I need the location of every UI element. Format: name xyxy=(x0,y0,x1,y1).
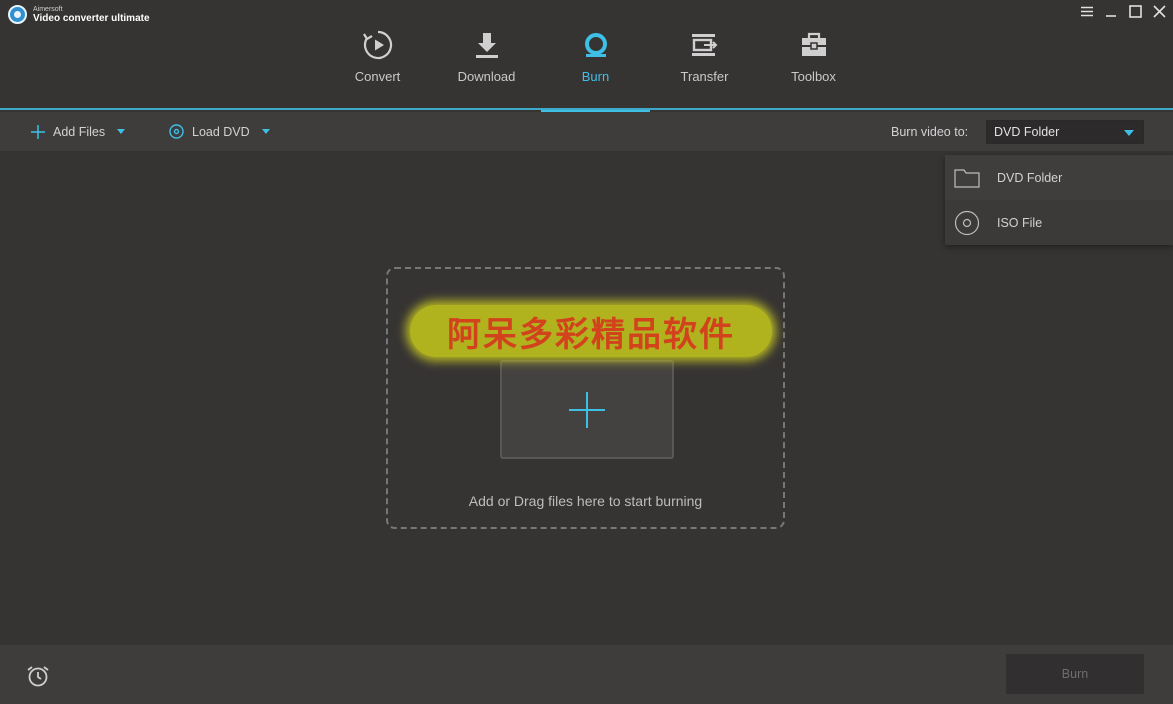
burn-to-label: Burn video to: xyxy=(891,125,969,139)
close-icon[interactable] xyxy=(1151,3,1167,19)
tab-download-label: Download xyxy=(457,69,516,84)
alarm-clock-icon[interactable] xyxy=(26,665,50,692)
add-files-button[interactable]: Add Files xyxy=(31,112,126,151)
load-dvd-dropdown-icon[interactable] xyxy=(261,129,270,134)
folder-icon xyxy=(954,168,980,188)
download-icon xyxy=(474,28,500,62)
app-logo: Aimersoft Video converter ultimate xyxy=(8,5,150,24)
toolbox-icon xyxy=(800,28,828,62)
menu-item-iso-file-label: ISO File xyxy=(997,215,1043,230)
add-plus-icon xyxy=(568,391,606,429)
tab-convert[interactable]: Convert xyxy=(323,28,432,108)
load-dvd-label: Load DVD xyxy=(192,124,250,139)
watermark-overlay: 阿呆多彩精品软件 xyxy=(410,305,772,357)
disc-icon xyxy=(954,210,980,236)
logo-brand: Aimersoft xyxy=(33,5,63,13)
burn-target-value: DVD Folder xyxy=(994,125,1060,139)
disc-small-icon xyxy=(169,124,184,139)
transfer-icon xyxy=(690,28,720,62)
add-files-dropdown-icon[interactable] xyxy=(117,129,126,134)
hamburger-icon[interactable] xyxy=(1079,3,1095,19)
minimize-icon[interactable] xyxy=(1103,3,1119,19)
menu-item-dvd-folder-label: DVD Folder xyxy=(997,170,1063,185)
logo-product: Video converter ultimate xyxy=(33,12,150,24)
convert-icon xyxy=(362,28,394,62)
tab-transfer-label: Transfer xyxy=(680,69,729,84)
burn-target-menu: DVD Folder ISO File xyxy=(945,155,1173,245)
tab-download[interactable]: Download xyxy=(432,28,541,108)
add-files-label: Add Files xyxy=(53,124,106,139)
header: Aimersoft Video converter ultimate Conve… xyxy=(0,0,1173,112)
tab-toolbox-label: Toolbox xyxy=(791,69,836,84)
tab-burn-label: Burn xyxy=(581,69,610,84)
tab-transfer[interactable]: Transfer xyxy=(650,28,759,108)
footer: Burn xyxy=(0,645,1173,704)
burn-target-select[interactable]: DVD Folder xyxy=(986,120,1144,144)
logo-icon xyxy=(8,5,27,24)
burn-button[interactable]: Burn xyxy=(1006,654,1144,694)
watermark-text: 阿呆多彩精品软件 xyxy=(447,314,735,355)
add-file-box[interactable] xyxy=(500,360,674,459)
load-dvd-button[interactable]: Load DVD xyxy=(169,112,270,151)
menu-item-dvd-folder[interactable]: DVD Folder xyxy=(945,155,1173,200)
menu-item-iso-file[interactable]: ISO File xyxy=(945,200,1173,245)
maximize-icon[interactable] xyxy=(1127,3,1143,19)
tab-convert-label: Convert xyxy=(354,69,401,84)
main-nav: Convert Download Burn Transfer Toolbox xyxy=(323,28,868,112)
plus-icon xyxy=(31,124,45,139)
drop-zone-hint: Add or Drag files here to start burning xyxy=(468,493,703,509)
chevron-down-icon xyxy=(1124,130,1134,136)
tab-toolbox[interactable]: Toolbox xyxy=(759,28,868,108)
tab-burn[interactable]: Burn xyxy=(541,28,650,112)
window-controls xyxy=(1079,3,1167,19)
burn-disc-icon xyxy=(583,28,609,62)
